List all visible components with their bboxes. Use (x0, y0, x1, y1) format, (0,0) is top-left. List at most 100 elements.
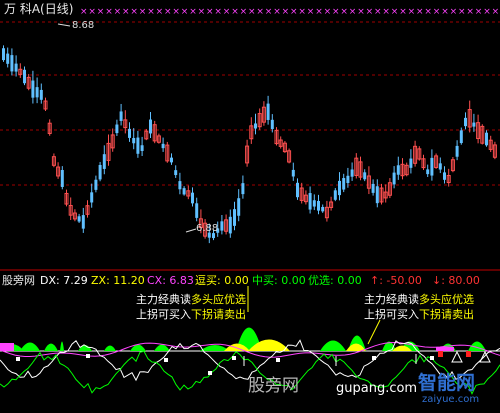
top-marker: × (122, 7, 130, 17)
candle-body (136, 137, 140, 154)
volume-bump-green (60, 341, 64, 351)
candle-body (161, 143, 165, 149)
top-marker: × (357, 7, 365, 17)
low-pointer (185, 228, 197, 233)
top-marker: × (450, 7, 458, 17)
indicator-value-down: ↓: 80.00 (432, 274, 480, 287)
candle-body (338, 180, 341, 196)
top-marker: × (475, 7, 483, 17)
top-marker: × (248, 7, 256, 17)
top-marker: × (382, 7, 390, 17)
volume-bump-green (320, 340, 346, 351)
candle-body (98, 164, 102, 180)
indicator-dot (430, 356, 434, 360)
top-marker: × (441, 7, 449, 17)
candle-body (149, 119, 152, 134)
top-marker: × (80, 7, 88, 17)
candle-body (233, 209, 236, 226)
top-marker: × (214, 7, 222, 17)
candle-body (371, 183, 375, 193)
top-marker: × (307, 7, 315, 17)
top-marker: × (408, 7, 416, 17)
candle-body (132, 138, 136, 144)
candle-body (342, 178, 346, 190)
candle-body (291, 169, 295, 177)
top-marker: × (114, 7, 122, 17)
top-marker: × (366, 7, 374, 17)
candle-body (77, 216, 81, 222)
candle-body (321, 206, 325, 212)
top-marker: × (340, 7, 348, 17)
top-marker: × (466, 7, 474, 17)
top-marker: × (458, 7, 466, 17)
top-marker: × (130, 7, 138, 17)
candle-body (312, 200, 316, 207)
volume-bump-green (104, 345, 116, 351)
candle-body (60, 170, 64, 187)
candle-body (39, 89, 43, 100)
signal-marker-red (438, 351, 443, 357)
candle-body (308, 193, 312, 210)
signal-marker-red (466, 351, 471, 357)
indicator-value-dx: DX: 7.29 (40, 274, 88, 287)
candle-body (23, 69, 26, 84)
candle-body (254, 123, 257, 129)
candle-body (270, 119, 274, 129)
candle-body (459, 130, 463, 144)
candle-body (6, 53, 10, 64)
top-marker: × (282, 7, 290, 17)
top-marker: × (273, 7, 281, 17)
indicator-value-zx: ZX: 11.20 (91, 274, 145, 287)
top-marker: × (399, 7, 407, 17)
top-marker: × (332, 7, 340, 17)
top-marker: × (433, 7, 441, 17)
candle-body (2, 48, 5, 61)
volume-bump-green (20, 342, 40, 351)
candle-body (296, 182, 299, 198)
candle-body (430, 157, 434, 176)
top-marker: × (231, 7, 239, 17)
candle-body (178, 181, 182, 190)
top-marker: × (181, 7, 189, 17)
candle-body (90, 192, 94, 203)
candle-body (409, 158, 413, 168)
top-marker: × (265, 7, 273, 17)
top-marker: × (391, 7, 399, 17)
top-marker: × (240, 7, 248, 17)
candle-body (228, 216, 232, 234)
candle-body (438, 163, 442, 170)
logo-url: zaiyue.com (422, 394, 480, 405)
high-pointer (57, 23, 71, 27)
triangle-marker (451, 350, 463, 363)
candle-body (426, 169, 430, 175)
triangle-marker (479, 350, 491, 363)
top-marker: × (198, 7, 206, 17)
stock-chart-canvas: × × × × × × × × × × × × × × × × × × × × × × × × × × × × × × × × × × × × × × × ×… (0, 7, 500, 395)
top-marker: × (315, 7, 323, 17)
candle-body (464, 117, 467, 127)
top-marker: × (156, 7, 164, 17)
signal-block-magenta (436, 347, 454, 351)
top-marker: × (164, 7, 172, 17)
candle-body (455, 145, 459, 157)
annotation-left-line1: 主力经典读多头应优选 (136, 293, 246, 306)
candle-body (31, 80, 35, 98)
candle-body (392, 172, 396, 185)
indicator-value-up: ↑: -50.00 (370, 274, 422, 287)
stock-title: 万 科A(日线) (4, 2, 74, 16)
candle-body (375, 186, 379, 204)
annotation-left-line2: 上拐可买入下拐请卖出 (136, 308, 246, 321)
indicator-value-mid-buy: 中买: 0.00 (252, 274, 306, 287)
top-marker: × (416, 7, 424, 17)
indicator-name: 股旁网 (2, 274, 35, 287)
annotation-right-line1: 主力经典读多头应优选 (364, 293, 474, 306)
top-marker: × (88, 7, 96, 17)
top-marker: × (374, 7, 382, 17)
high-price-label: 8.68 (72, 20, 95, 31)
indicator-dot (232, 356, 236, 360)
candle-body (128, 128, 131, 138)
candle-body (346, 175, 350, 184)
top-marker: × (424, 7, 432, 17)
top-marker: × (290, 7, 298, 17)
candle-body (266, 103, 270, 120)
